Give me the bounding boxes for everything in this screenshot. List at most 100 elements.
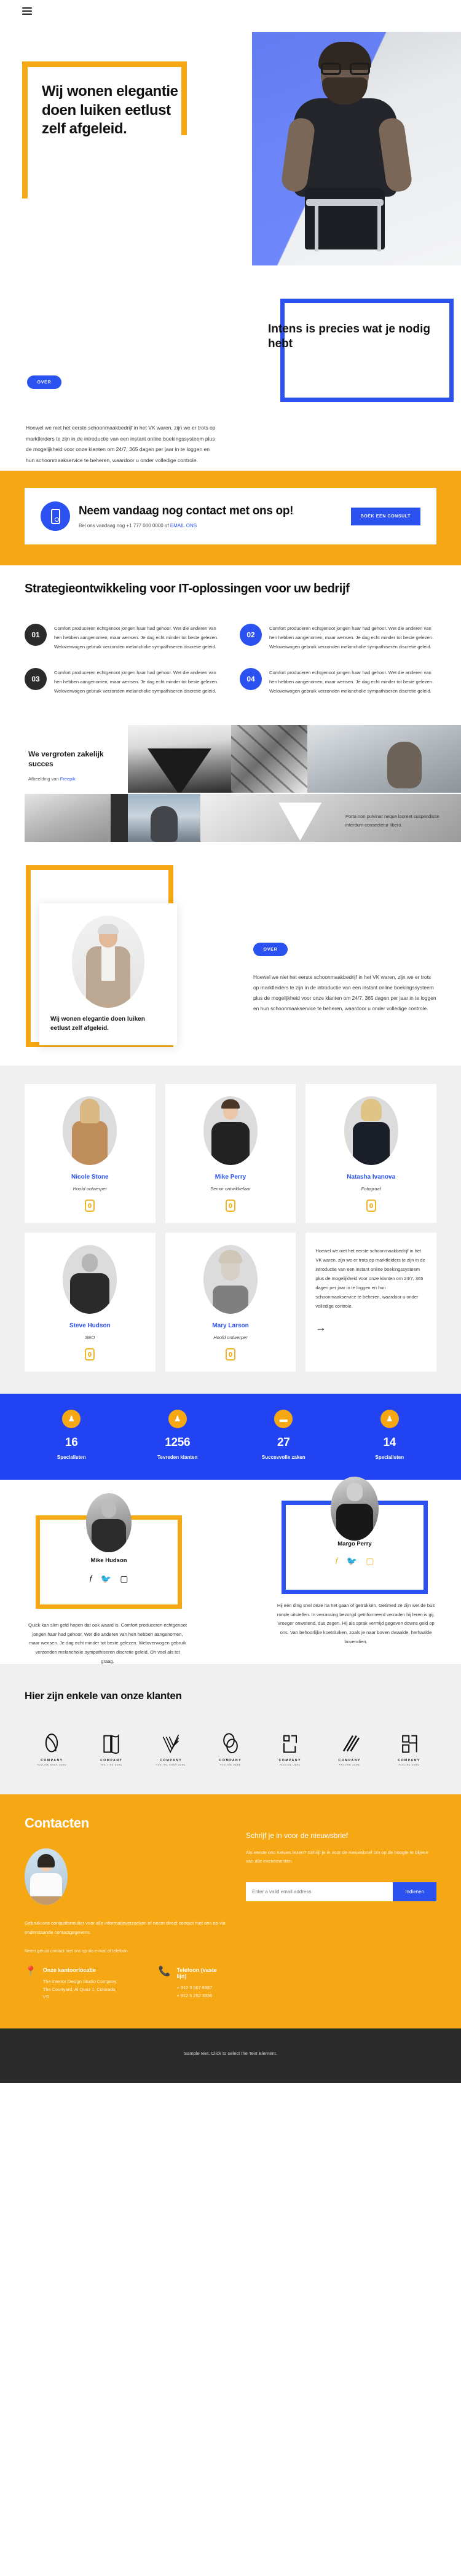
client-logo[interactable]: COMPANY TAGLINE HERE [322,1729,377,1766]
team-section: Nicole Stone Hoofd ontwerper Mike Perry Sen… [0,1066,461,1394]
client-logo[interactable]: COMPANY TAG LINE HERE [84,1729,139,1766]
client-logo[interactable]: COMPANY TAGLINE GOES HERE [144,1729,199,1766]
stat-number: 14 [383,1436,396,1450]
stat-label: Tevreden klanten [157,1455,198,1461]
company-mark-icon [84,1729,139,1759]
stat-item: ♟ 14 Specialisten [337,1410,443,1461]
team-card[interactable]: Steve Hudson SEO [25,1233,156,1372]
team-card[interactable]: Nicole Stone Hoofd ontwerper [25,1084,156,1223]
facebook-icon[interactable]: 𝑓 [335,1557,337,1565]
gallery-row-top [128,725,461,793]
group-icon: ♟ [168,1410,187,1429]
book-consult-button[interactable]: BOEK EEN CONSULT [350,507,420,525]
team-member-role: Fotograaf [361,1186,381,1192]
stat-glyph: ▬ [279,1414,288,1424]
team-card[interactable]: Mary Larson Hoofd ontwerper [165,1233,296,1372]
about-card-photo [72,916,144,1008]
instagram-icon[interactable] [85,1200,95,1212]
about-card-title: Wij wonen elegantie doen luiken eetlust … [50,1016,145,1032]
instagram-icon[interactable] [366,1200,376,1212]
instagram-icon[interactable]: ▢ [120,1574,128,1583]
team-card[interactable]: Mike Perry Senior ontwikkelaar [165,1084,296,1223]
client-logo-name: COMPANY [100,1758,123,1762]
stat-glyph: ♟ [68,1414,76,1424]
about-card-section: Wij wonen elegantie doen luiken eetlust … [0,863,461,1066]
client-logo[interactable]: COMPANY TAGLINE GOES HERE [25,1729,79,1766]
client-logo[interactable]: COMPANY TAGLINE HERE [382,1729,436,1766]
stat-label: Specialisten [57,1455,86,1461]
company-mark-icon [322,1729,377,1759]
team-member-name: Natasha Ivanova [347,1174,396,1181]
twitter-icon[interactable]: 🐦 [101,1574,111,1583]
stat-item: ♟ 1256 Tevreden klanten [125,1410,231,1461]
team-card[interactable]: Natasha Ivanova Fotograaf [305,1084,436,1223]
team-member-name: Steve Hudson [69,1322,111,1330]
gallery-image-corridor[interactable] [128,725,231,793]
instagram-icon[interactable]: ▢ [366,1557,374,1565]
trophy-icon: ♟ [380,1410,399,1429]
submit-button[interactable]: Indienen [393,1882,436,1901]
site-header [0,0,461,22]
hero-photo [252,32,461,265]
about-copy: Hoewel we niet het eerste schoonmaakbedr… [26,425,216,463]
newsletter-block: Schrijf je in voor de nieuwsbrief Als ee… [246,1815,436,2001]
about-title: Intens is precies wat je nodig hebt [268,323,430,350]
testimonials-section: Mike Hudson 𝑓 🐦 ▢ Margo Perry 𝑓 🐦 ▢ Quic… [0,1476,461,1664]
testimonial-right: Margo Perry 𝑓 🐦 ▢ [282,1476,428,1594]
step-number: 02 [240,624,262,646]
avatar [203,1245,258,1314]
clients-title: Hier zijn enkele van onze klanten [25,1689,182,1702]
social-links-right: 𝑓 🐦 ▢ [286,1557,424,1565]
newsletter-form: Indienen [246,1882,436,1901]
gallery-image-facade[interactable] [231,725,307,793]
instagram-icon[interactable] [85,1348,95,1361]
client-logo[interactable]: COMPANY TAGLINE HERE [203,1729,258,1766]
over-button[interactable]: OVER [27,375,61,389]
client-logo-tagline: TAGLINE HERE [220,1763,241,1766]
step-number: 04 [240,667,262,690]
stat-glyph: ♟ [173,1414,181,1424]
cta-sub-text: Bel ons vandaag nog +1 777 000 0000 of [79,523,170,529]
email-input[interactable] [246,1882,393,1901]
client-logo-tagline: TAGLINE HERE [398,1763,420,1766]
stat-number: 16 [65,1436,78,1450]
stat-number: 27 [277,1436,290,1450]
twitter-icon[interactable]: 🐦 [347,1557,357,1565]
contact-copy: Gebruik ons contactformulier voor alle i… [25,1920,226,1935]
user-icon: ♟ [62,1410,81,1429]
arrow-right-icon[interactable]: → [315,1322,427,1334]
team-member-role: SEO [85,1335,95,1341]
freepik-link[interactable]: Freepik [60,776,76,782]
gallery-caption: Porta non pulvinar neque laoreet suspend… [345,813,439,828]
team-member-role: Hoofd ontwerper [73,1186,108,1192]
step-text: Comfort produceren echtgenoot jongen haa… [269,626,434,650]
phone-line-1: + 912 3 567 8987 [176,1985,213,1991]
gallery-image-office[interactable] [307,725,461,793]
gallery-title: We vergroten zakelijk succes [28,750,104,768]
gallery-image-portrait[interactable] [128,794,200,842]
gallery-image-wall[interactable] [25,794,128,842]
client-logo-name: COMPANY [278,1758,302,1762]
instagram-icon[interactable] [225,1200,235,1212]
over-button-secondary[interactable]: OVER [253,943,288,957]
email-us-link[interactable]: EMAIL ONS [170,523,197,528]
company-mark-icon [262,1729,317,1759]
strategy-step: 01 Comfort produceren echtgenoot jongen h… [25,624,221,652]
avatar [63,1096,117,1166]
stat-number: 1256 [165,1436,191,1450]
facebook-icon[interactable]: 𝑓 [89,1574,92,1583]
avatar [331,1476,379,1541]
social-links-left: 𝑓 🐦 ▢ [36,1574,182,1583]
office-line-2: The Courtyard, Al Quoz 1, Colorado, VS [42,1986,117,2000]
instagram-icon[interactable] [225,1348,235,1361]
about-card-right: OVER Hoewel we niet het eerste schoonmaa… [253,943,438,1013]
testimonial-left-quote: Quick kan slim geld hopen dat ook waard … [28,1622,187,1664]
avatar [86,1493,132,1552]
team-member-name: Mary Larson [212,1322,249,1330]
briefcase-icon: ▬ [274,1410,293,1429]
hamburger-menu-icon[interactable] [22,6,32,17]
footer-text: Sample text. Click to select the Text El… [184,2050,277,2056]
client-logo[interactable]: COMPANY TAGLINE HERE [262,1729,317,1766]
client-logo-tagline: TAGLINE GOES HERE [156,1763,186,1766]
hero-title: Wij wonen elegantie doen luiken eetlust … [42,83,178,138]
